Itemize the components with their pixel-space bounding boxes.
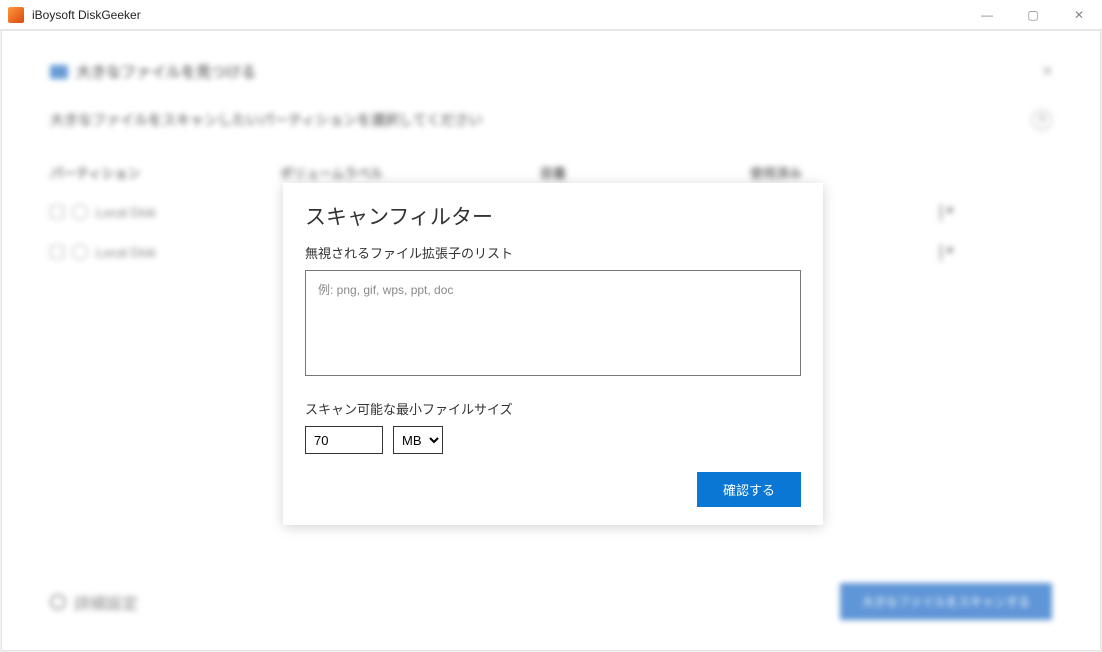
window-controls: — ▢ ✕: [964, 0, 1102, 30]
dialog-title: スキャンフィルター: [305, 201, 801, 231]
size-unit-select[interactable]: MB GB KB: [393, 426, 443, 454]
min-size-input[interactable]: [305, 426, 383, 454]
titlebar: iBoysoft DiskGeeker — ▢ ✕: [0, 0, 1102, 30]
min-size-label: スキャン可能な最小ファイルサイズ: [305, 399, 801, 418]
ignored-ext-input[interactable]: [305, 270, 801, 376]
scan-filter-dialog: スキャンフィルター 無視されるファイル拡張子のリスト スキャン可能な最小ファイル…: [283, 183, 823, 525]
maximize-button[interactable]: ▢: [1010, 0, 1056, 30]
close-button[interactable]: ✕: [1056, 0, 1102, 30]
ignored-ext-label: 無視されるファイル拡張子のリスト: [305, 243, 801, 262]
minimize-button[interactable]: —: [964, 0, 1010, 30]
app-title: iBoysoft DiskGeeker: [32, 8, 141, 22]
confirm-button[interactable]: 確認する: [697, 472, 801, 507]
app-icon: [8, 7, 24, 23]
window-body: 大きなファイルを見つける × 大きなファイルをスキャンしたいパーティションを選択…: [1, 30, 1101, 651]
